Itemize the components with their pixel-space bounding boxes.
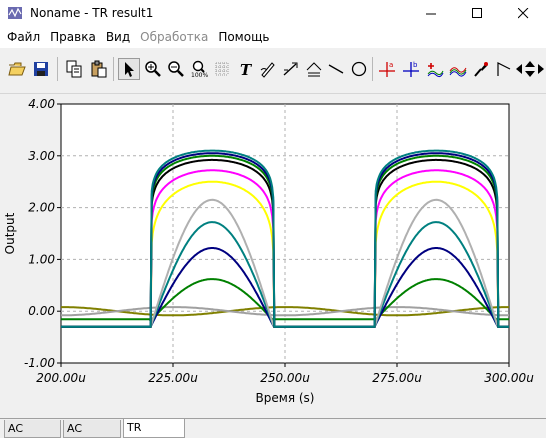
circle-button[interactable] bbox=[348, 58, 370, 80]
cursor-b-button[interactable]: b bbox=[400, 58, 422, 80]
toolbar-separator bbox=[372, 57, 373, 81]
toolbar-separator bbox=[57, 57, 58, 81]
paste-button[interactable] bbox=[88, 58, 110, 80]
axis-label-icon bbox=[306, 62, 322, 77]
plot-area[interactable]: 200.00u 225.00u 250.00u 275.00u 300.00u 4.00 3… bbox=[0, 95, 546, 417]
copy-button[interactable] bbox=[63, 58, 85, 80]
add-curve-icon bbox=[427, 63, 444, 78]
x-tick-label: 200.00u bbox=[36, 371, 86, 385]
toolbar: 100% T a b bbox=[0, 48, 546, 94]
menu-file[interactable]: Файл bbox=[2, 26, 45, 48]
svg-text:a: a bbox=[389, 61, 393, 69]
zoom-out-button[interactable] bbox=[165, 58, 187, 80]
cursor-b-icon: b bbox=[403, 61, 419, 77]
marker-icon bbox=[497, 62, 511, 76]
svg-text:b: b bbox=[413, 61, 418, 69]
minimize-button[interactable] bbox=[408, 0, 454, 26]
scroll-right-icon bbox=[538, 64, 544, 74]
scroll-right-button[interactable] bbox=[536, 58, 546, 80]
scroll-left-button[interactable] bbox=[514, 58, 524, 80]
scroll-vertical-button[interactable] bbox=[524, 58, 536, 80]
title-bar: Noname - TR result1 bbox=[0, 0, 546, 26]
save-icon bbox=[34, 62, 48, 76]
y-tick-label: 4.00 bbox=[28, 97, 55, 111]
tab-tr-result1[interactable]: TR result1 bbox=[123, 419, 185, 438]
probe-icon bbox=[474, 62, 488, 77]
zoom-100-button[interactable]: 100% bbox=[188, 58, 210, 80]
app-icon bbox=[8, 7, 22, 19]
grid-button[interactable] bbox=[211, 58, 233, 80]
pointer-button[interactable] bbox=[118, 58, 140, 80]
save-button[interactable] bbox=[30, 58, 52, 80]
minimize-icon bbox=[425, 13, 436, 14]
circle-icon bbox=[351, 61, 367, 77]
pointer-icon bbox=[125, 62, 134, 77]
svg-text:100%: 100% bbox=[191, 72, 208, 78]
x-tick-label: 250.00u bbox=[260, 371, 310, 385]
open-icon bbox=[8, 62, 26, 76]
text-button[interactable]: T bbox=[235, 58, 257, 80]
grid-icon bbox=[215, 62, 229, 76]
scroll-left-icon bbox=[516, 64, 522, 74]
paste-icon bbox=[91, 60, 107, 78]
zoom-in-button[interactable] bbox=[142, 58, 164, 80]
y-tick-label: 1.00 bbox=[28, 252, 55, 266]
zoom-out-icon bbox=[168, 61, 184, 77]
open-button[interactable] bbox=[6, 58, 28, 80]
cursor-a-button[interactable]: a bbox=[376, 58, 398, 80]
arrow-line-button[interactable] bbox=[280, 58, 302, 80]
axis-label-button[interactable] bbox=[303, 58, 325, 80]
pen-icon bbox=[260, 62, 275, 78]
close-button[interactable] bbox=[500, 0, 546, 26]
y-tick-label: 2.00 bbox=[28, 201, 55, 215]
scroll-vertical-icon bbox=[525, 61, 535, 77]
transient-chart[interactable]: 200.00u 225.00u 250.00u 275.00u 300.00u 4.00 3… bbox=[0, 95, 546, 417]
tab-bar: AC Bode1 AC Bode2 TR result1 bbox=[0, 418, 546, 438]
maximize-icon bbox=[471, 7, 482, 18]
y-axis-label: Output bbox=[3, 212, 17, 254]
menu-edit[interactable]: Правка bbox=[45, 26, 101, 48]
x-tick-label: 275.00u bbox=[372, 371, 422, 385]
close-icon bbox=[517, 7, 528, 18]
menu-view[interactable]: Вид bbox=[101, 26, 135, 48]
zoom-in-icon bbox=[145, 61, 161, 77]
x-axis-label: Время (s) bbox=[256, 391, 315, 405]
probe-button[interactable] bbox=[470, 58, 492, 80]
copy-icon bbox=[66, 60, 82, 78]
toolbar-separator bbox=[113, 57, 114, 81]
text-icon: T bbox=[240, 61, 253, 78]
tab-ac-bode2[interactable]: AC Bode2 bbox=[63, 420, 121, 438]
window-title: Noname - TR result1 bbox=[30, 6, 154, 20]
menu-help[interactable]: Помощь bbox=[213, 26, 274, 48]
add-curve-button[interactable] bbox=[424, 58, 446, 80]
waveform-button[interactable] bbox=[447, 58, 469, 80]
y-tick-label: -1.00 bbox=[24, 356, 55, 370]
line-icon bbox=[328, 64, 344, 74]
x-tick-label: 225.00u bbox=[148, 371, 198, 385]
tab-ac-bode1[interactable]: AC Bode1 bbox=[4, 420, 61, 438]
zoom-100-icon: 100% bbox=[191, 60, 208, 78]
pen-button[interactable] bbox=[257, 58, 279, 80]
menu-process[interactable]: Обработка bbox=[135, 26, 213, 48]
arrow-line-icon bbox=[283, 62, 298, 76]
marker-button[interactable] bbox=[493, 58, 515, 80]
y-tick-label: 3.00 bbox=[28, 149, 55, 163]
waveform-icon bbox=[449, 67, 467, 77]
x-tick-label: 300.00u bbox=[484, 371, 534, 385]
cursor-a-icon: a bbox=[379, 61, 395, 77]
y-tick-label: 0.00 bbox=[28, 304, 55, 318]
menu-bar: Файл Правка Вид Обработка Помощь bbox=[0, 26, 546, 48]
svg-text:T: T bbox=[240, 61, 253, 78]
line-button[interactable] bbox=[325, 58, 347, 80]
maximize-button[interactable] bbox=[454, 0, 500, 26]
